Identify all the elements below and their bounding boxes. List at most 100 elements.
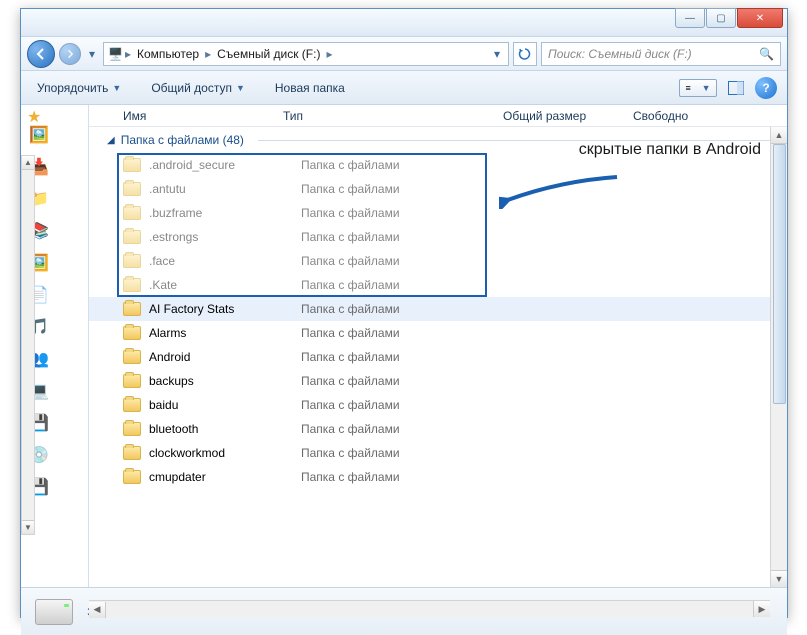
file-row[interactable]: baiduПапка с файлами xyxy=(89,393,787,417)
breadcrumb-computer[interactable]: Компьютер xyxy=(133,47,203,61)
share-menu[interactable]: Общий доступ ▼ xyxy=(145,77,251,99)
maximize-button[interactable]: ▢ xyxy=(706,8,736,28)
nav-pane: ★ ▲ ▼ 🖼️ 📥 📁 📚 🖼️ 📄 🎵 👥 💻 💾 💿 💾 xyxy=(21,105,89,587)
folder-icon xyxy=(123,470,141,484)
search-placeholder: Поиск: Съемный диск (F:) xyxy=(548,47,692,61)
file-row[interactable]: clockworkmodПапка с файлами xyxy=(89,441,787,465)
forward-button[interactable] xyxy=(59,43,81,65)
file-row[interactable]: AI Factory StatsПапка с файлами xyxy=(89,297,787,321)
file-list: Имя Тип Общий размер Свободно ◢ Папка с … xyxy=(89,105,787,587)
scroll-up-icon[interactable]: ▲ xyxy=(771,127,787,144)
folder-icon xyxy=(123,446,141,460)
view-mode-selector[interactable]: ≡ ▼ xyxy=(679,79,717,97)
address-dropdown-icon[interactable]: ▾ xyxy=(490,47,504,61)
chevron-down-icon: ▼ xyxy=(236,83,245,93)
file-type: Папка с файлами xyxy=(301,206,521,220)
help-button[interactable]: ? xyxy=(755,77,777,99)
file-type: Папка с файлами xyxy=(301,326,521,340)
file-name: .estrongs xyxy=(149,230,301,244)
col-totalsize[interactable]: Общий размер xyxy=(495,109,625,123)
file-row[interactable]: bluetoothПапка с файлами xyxy=(89,417,787,441)
sidebar-desktop-icon[interactable]: 🖼️ xyxy=(29,125,49,145)
chevron-right-icon: ▸ xyxy=(125,47,131,61)
file-type: Папка с файлами xyxy=(301,398,521,412)
group-label: Папка с файлами (48) xyxy=(121,133,244,147)
folder-icon xyxy=(123,158,141,172)
explorer-window: — ▢ ✕ ▾ 🖥️ ▸ Компьютер ▸ Съемный диск (F… xyxy=(20,8,788,618)
folder-icon xyxy=(123,398,141,412)
favorites-star-icon: ★ xyxy=(27,107,41,127)
col-name[interactable]: Имя xyxy=(115,109,275,123)
folder-icon xyxy=(123,278,141,292)
folder-icon xyxy=(123,206,141,220)
address-bar[interactable]: 🖥️ ▸ Компьютер ▸ Съемный диск (F:) ▸ ▾ xyxy=(103,42,509,66)
file-row[interactable]: .KateПапка с файлами xyxy=(89,273,787,297)
file-row[interactable]: .antutuПапка с файлами xyxy=(89,177,787,201)
file-row[interactable]: .faceПапка с файлами xyxy=(89,249,787,273)
file-type: Папка с файлами xyxy=(301,446,521,460)
refresh-button[interactable] xyxy=(513,42,537,66)
toolbar: Упорядочить ▼ Общий доступ ▼ Новая папка… xyxy=(21,71,787,105)
history-dropdown-icon[interactable]: ▾ xyxy=(85,40,99,68)
file-name: AI Factory Stats xyxy=(149,302,301,316)
collapse-caret-icon: ◢ xyxy=(107,135,115,146)
organize-menu[interactable]: Упорядочить ▼ xyxy=(31,77,127,99)
file-name: clockworkmod xyxy=(149,446,301,460)
nav-pane-scrollbar[interactable]: ▲ ▼ xyxy=(21,155,35,535)
file-type: Папка с файлами xyxy=(301,230,521,244)
drive-icon xyxy=(35,599,73,625)
search-input[interactable]: Поиск: Съемный диск (F:) 🔍 xyxy=(541,42,781,66)
folder-icon xyxy=(123,350,141,364)
file-row[interactable]: AlarmsПапка с файлами xyxy=(89,321,787,345)
file-name: .android_secure xyxy=(149,158,301,172)
folder-icon xyxy=(123,254,141,268)
column-headers: Имя Тип Общий размер Свободно xyxy=(89,105,787,127)
file-row[interactable]: backupsПапка с файлами xyxy=(89,369,787,393)
file-row[interactable]: .buzframeПапка с файлами xyxy=(89,201,787,225)
col-free[interactable]: Свободно xyxy=(625,109,787,123)
col-type[interactable]: Тип xyxy=(275,109,495,123)
back-button[interactable] xyxy=(27,40,55,68)
scroll-down-icon[interactable]: ▼ xyxy=(22,520,34,534)
file-type: Папка с файлами xyxy=(301,350,521,364)
file-name: backups xyxy=(149,374,301,388)
new-folder-button[interactable]: Новая папка xyxy=(269,77,351,99)
scroll-down-icon[interactable]: ▼ xyxy=(771,570,787,587)
computer-icon: 🖥️ xyxy=(108,47,123,61)
search-icon: 🔍 xyxy=(759,47,774,61)
chevron-down-icon: ▼ xyxy=(112,83,121,93)
file-row[interactable]: cmupdaterПапка с файлами xyxy=(89,465,787,489)
file-name: .Kate xyxy=(149,278,301,292)
horizontal-scrollbar[interactable]: ◀ ▶ xyxy=(89,600,770,617)
file-type: Папка с файлами xyxy=(301,470,521,484)
file-type: Папка с файлами xyxy=(301,254,521,268)
folder-icon xyxy=(123,302,141,316)
navbar: ▾ 🖥️ ▸ Компьютер ▸ Съемный диск (F:) ▸ ▾… xyxy=(21,37,787,71)
vertical-scrollbar[interactable]: ▲ ▼ xyxy=(770,127,787,587)
new-folder-label: Новая папка xyxy=(275,81,345,95)
file-type: Папка с файлами xyxy=(301,422,521,436)
scroll-left-icon[interactable]: ◀ xyxy=(89,602,106,618)
minimize-button[interactable]: — xyxy=(675,8,705,28)
file-name: .buzframe xyxy=(149,206,301,220)
scroll-right-icon[interactable]: ▶ xyxy=(753,601,770,617)
file-name: .face xyxy=(149,254,301,268)
preview-pane-button[interactable] xyxy=(725,77,747,99)
close-button[interactable]: ✕ xyxy=(737,8,783,28)
file-name: Alarms xyxy=(149,326,301,340)
breadcrumb-drive[interactable]: Съемный диск (F:) xyxy=(213,47,324,61)
file-row[interactable]: .estrongsПапка с файлами xyxy=(89,225,787,249)
organize-label: Упорядочить xyxy=(37,81,108,95)
file-name: baidu xyxy=(149,398,301,412)
scroll-up-icon[interactable]: ▲ xyxy=(22,156,34,170)
folder-icon xyxy=(123,374,141,388)
file-type: Папка с файлами xyxy=(301,278,521,292)
file-type: Папка с файлами xyxy=(301,182,521,196)
scroll-thumb[interactable] xyxy=(773,144,786,404)
chevron-right-icon: ▸ xyxy=(205,47,211,61)
annotation-arrow-icon xyxy=(499,171,619,209)
file-row[interactable]: AndroidПапка с файлами xyxy=(89,345,787,369)
file-name: cmupdater xyxy=(149,470,301,484)
folder-icon xyxy=(123,326,141,340)
folder-icon xyxy=(123,230,141,244)
